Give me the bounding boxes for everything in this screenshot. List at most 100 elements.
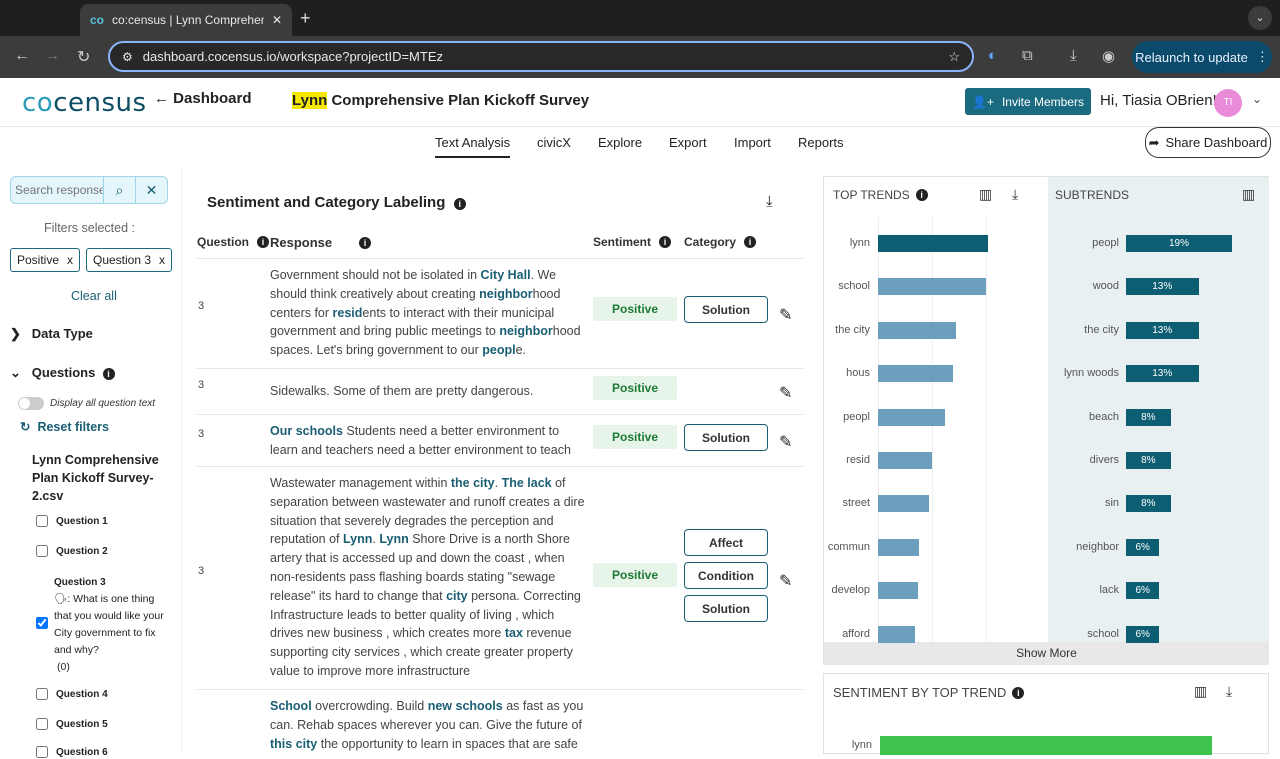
share-dashboard-button[interactable]: ➦ Share Dashboard xyxy=(1145,127,1271,158)
address-bar[interactable]: ⚙ dashboard.cocensus.io/workspace?projec… xyxy=(108,41,974,72)
chip-label: Question 3 xyxy=(93,253,152,267)
reset-filters-link[interactable]: ↻ Reset filters xyxy=(20,419,109,434)
forward-arrow-icon[interactable]: → xyxy=(44,47,60,65)
download-icon[interactable]: ⤓ xyxy=(1070,47,1077,64)
browser-tab[interactable]: co co:census | Lynn Comprehensive Plan K… xyxy=(80,4,292,36)
subtrend-bar[interactable]: 8% xyxy=(1126,452,1171,469)
trend-bar[interactable] xyxy=(878,452,932,469)
download-icon[interactable]: ⤓ xyxy=(1012,186,1018,203)
search-input[interactable] xyxy=(11,177,103,203)
info-icon[interactable]: i xyxy=(453,198,466,210)
dashboard-back-link[interactable]: ← Dashboard xyxy=(154,90,252,107)
subtrend-bar[interactable]: 13% xyxy=(1126,278,1199,296)
sentiment-bar[interactable] xyxy=(880,736,1212,755)
sentiment-badge[interactable]: Positive xyxy=(593,297,677,321)
category-tag[interactable]: Solution xyxy=(684,424,768,451)
trend-bar[interactable] xyxy=(878,495,929,513)
sentiment-badge[interactable]: Positive xyxy=(593,376,677,400)
download-icon[interactable]: ⤓ xyxy=(1226,683,1232,700)
bar-chart-icon[interactable]: ▥ xyxy=(979,186,992,203)
subtrend-bar[interactable]: 19% xyxy=(1126,235,1232,252)
extension-icon[interactable]: ◐ xyxy=(988,47,997,64)
edit-icon[interactable]: ✎ xyxy=(779,383,795,402)
new-tab-icon[interactable]: + xyxy=(300,8,311,29)
subtrend-bar[interactable]: 8% xyxy=(1126,495,1171,513)
trend-bar[interactable] xyxy=(878,625,916,643)
info-icon[interactable]: i xyxy=(659,236,672,248)
bar-chart-icon[interactable]: ▥ xyxy=(1194,683,1207,700)
info-icon[interactable]: i xyxy=(358,236,371,249)
question-5-checkbox[interactable] xyxy=(36,718,48,730)
close-icon[interactable]: ✕ xyxy=(272,13,282,27)
avatar[interactable]: TI xyxy=(1214,89,1242,117)
trend-bar[interactable] xyxy=(878,278,986,296)
puzzle-icon[interactable]: ⧉ xyxy=(1022,47,1033,64)
close-icon[interactable]: x xyxy=(159,253,165,267)
data-type-label: Data Type xyxy=(31,326,93,341)
question-3-checkbox[interactable] xyxy=(36,617,48,629)
subtrend-bar[interactable]: 8% xyxy=(1126,408,1171,426)
search-icon[interactable]: ⌕ xyxy=(103,177,135,203)
invite-members-button[interactable]: 👤+ Invite Members xyxy=(965,88,1091,115)
clear-all-link[interactable]: Clear all xyxy=(71,289,117,303)
tab-reports[interactable]: Reports xyxy=(798,135,844,150)
questions-section[interactable]: ⌄ Questions i xyxy=(10,365,115,381)
tab-import[interactable]: Import xyxy=(734,135,771,150)
tab-export[interactable]: Export xyxy=(669,135,707,150)
info-icon[interactable]: i xyxy=(744,236,757,248)
reload-icon[interactable]: ↻ xyxy=(77,47,90,67)
logo-suffix: census xyxy=(53,88,147,118)
category-tag[interactable]: Affect xyxy=(684,529,768,556)
column-header-question: Question i xyxy=(197,235,270,249)
question-6-checkbox[interactable] xyxy=(36,746,48,758)
trend-bar[interactable] xyxy=(878,408,946,426)
tab-text-analysis[interactable]: Text Analysis xyxy=(435,135,511,158)
edit-icon[interactable]: ✎ xyxy=(779,432,795,451)
tab-civicx[interactable]: civicX xyxy=(537,135,571,150)
chevron-down-icon[interactable]: ⌄ xyxy=(1252,92,1262,106)
question-1-checkbox-row: Question 1 xyxy=(36,515,108,527)
question-2-checkbox[interactable] xyxy=(36,545,48,557)
info-icon[interactable]: i xyxy=(257,236,270,248)
toggle-switch[interactable] xyxy=(18,397,44,410)
trend-bar[interactable] xyxy=(878,321,957,339)
profile-icon[interactable]: ◉ xyxy=(1102,47,1115,65)
subtrend-bar[interactable]: 13% xyxy=(1126,365,1199,383)
sentiment-badge[interactable]: Positive xyxy=(593,425,677,449)
edit-icon[interactable]: ✎ xyxy=(779,571,795,590)
category-tag[interactable]: Condition xyxy=(684,562,768,589)
edit-icon[interactable]: ✎ xyxy=(779,305,795,324)
data-type-section[interactable]: ❯ Data Type xyxy=(10,326,93,342)
info-icon[interactable]: i xyxy=(915,189,928,201)
subtrend-bar[interactable]: 13% xyxy=(1126,321,1199,339)
subtrend-bar[interactable]: 6% xyxy=(1126,582,1160,600)
trend-bar[interactable] xyxy=(878,235,988,252)
trend-bar[interactable] xyxy=(878,365,953,383)
subtrend-bar[interactable]: 6% xyxy=(1126,625,1160,643)
tab-explore[interactable]: Explore xyxy=(598,135,642,150)
bar-chart-icon[interactable]: ▥ xyxy=(1242,186,1255,203)
subtrend-label: beach xyxy=(1089,410,1119,423)
trend-bar[interactable] xyxy=(878,582,918,600)
question-label: Question 2 xyxy=(56,545,108,557)
sentiment-badge[interactable]: Positive xyxy=(593,563,677,587)
back-arrow-icon[interactable]: ← xyxy=(14,47,30,65)
relaunch-button[interactable]: Relaunch to update ⋮ xyxy=(1132,41,1272,73)
category-tag[interactable]: Solution xyxy=(684,595,768,622)
star-icon[interactable]: ☆ xyxy=(948,49,960,65)
subtrend-bar[interactable]: 6% xyxy=(1126,538,1160,556)
close-icon[interactable]: x xyxy=(67,253,73,267)
category-tag[interactable]: Solution xyxy=(684,296,768,323)
labeling-title-text: Sentiment and Category Labeling xyxy=(207,194,446,211)
info-icon[interactable]: i xyxy=(1012,686,1025,699)
close-icon[interactable]: ✕ xyxy=(135,177,167,203)
chevron-down-icon[interactable]: ⌄ xyxy=(1248,6,1272,30)
trend-bar[interactable] xyxy=(878,538,919,556)
question-4-checkbox[interactable] xyxy=(36,688,48,700)
cocensus-logo[interactable]: cocensus xyxy=(22,88,147,118)
site-settings-icon[interactable]: ⚙ xyxy=(122,50,133,64)
show-more-button[interactable]: Show More xyxy=(824,642,1269,665)
info-icon[interactable]: i xyxy=(102,368,115,380)
download-icon[interactable]: ⤓ xyxy=(766,193,773,210)
question-1-checkbox[interactable] xyxy=(36,515,48,527)
